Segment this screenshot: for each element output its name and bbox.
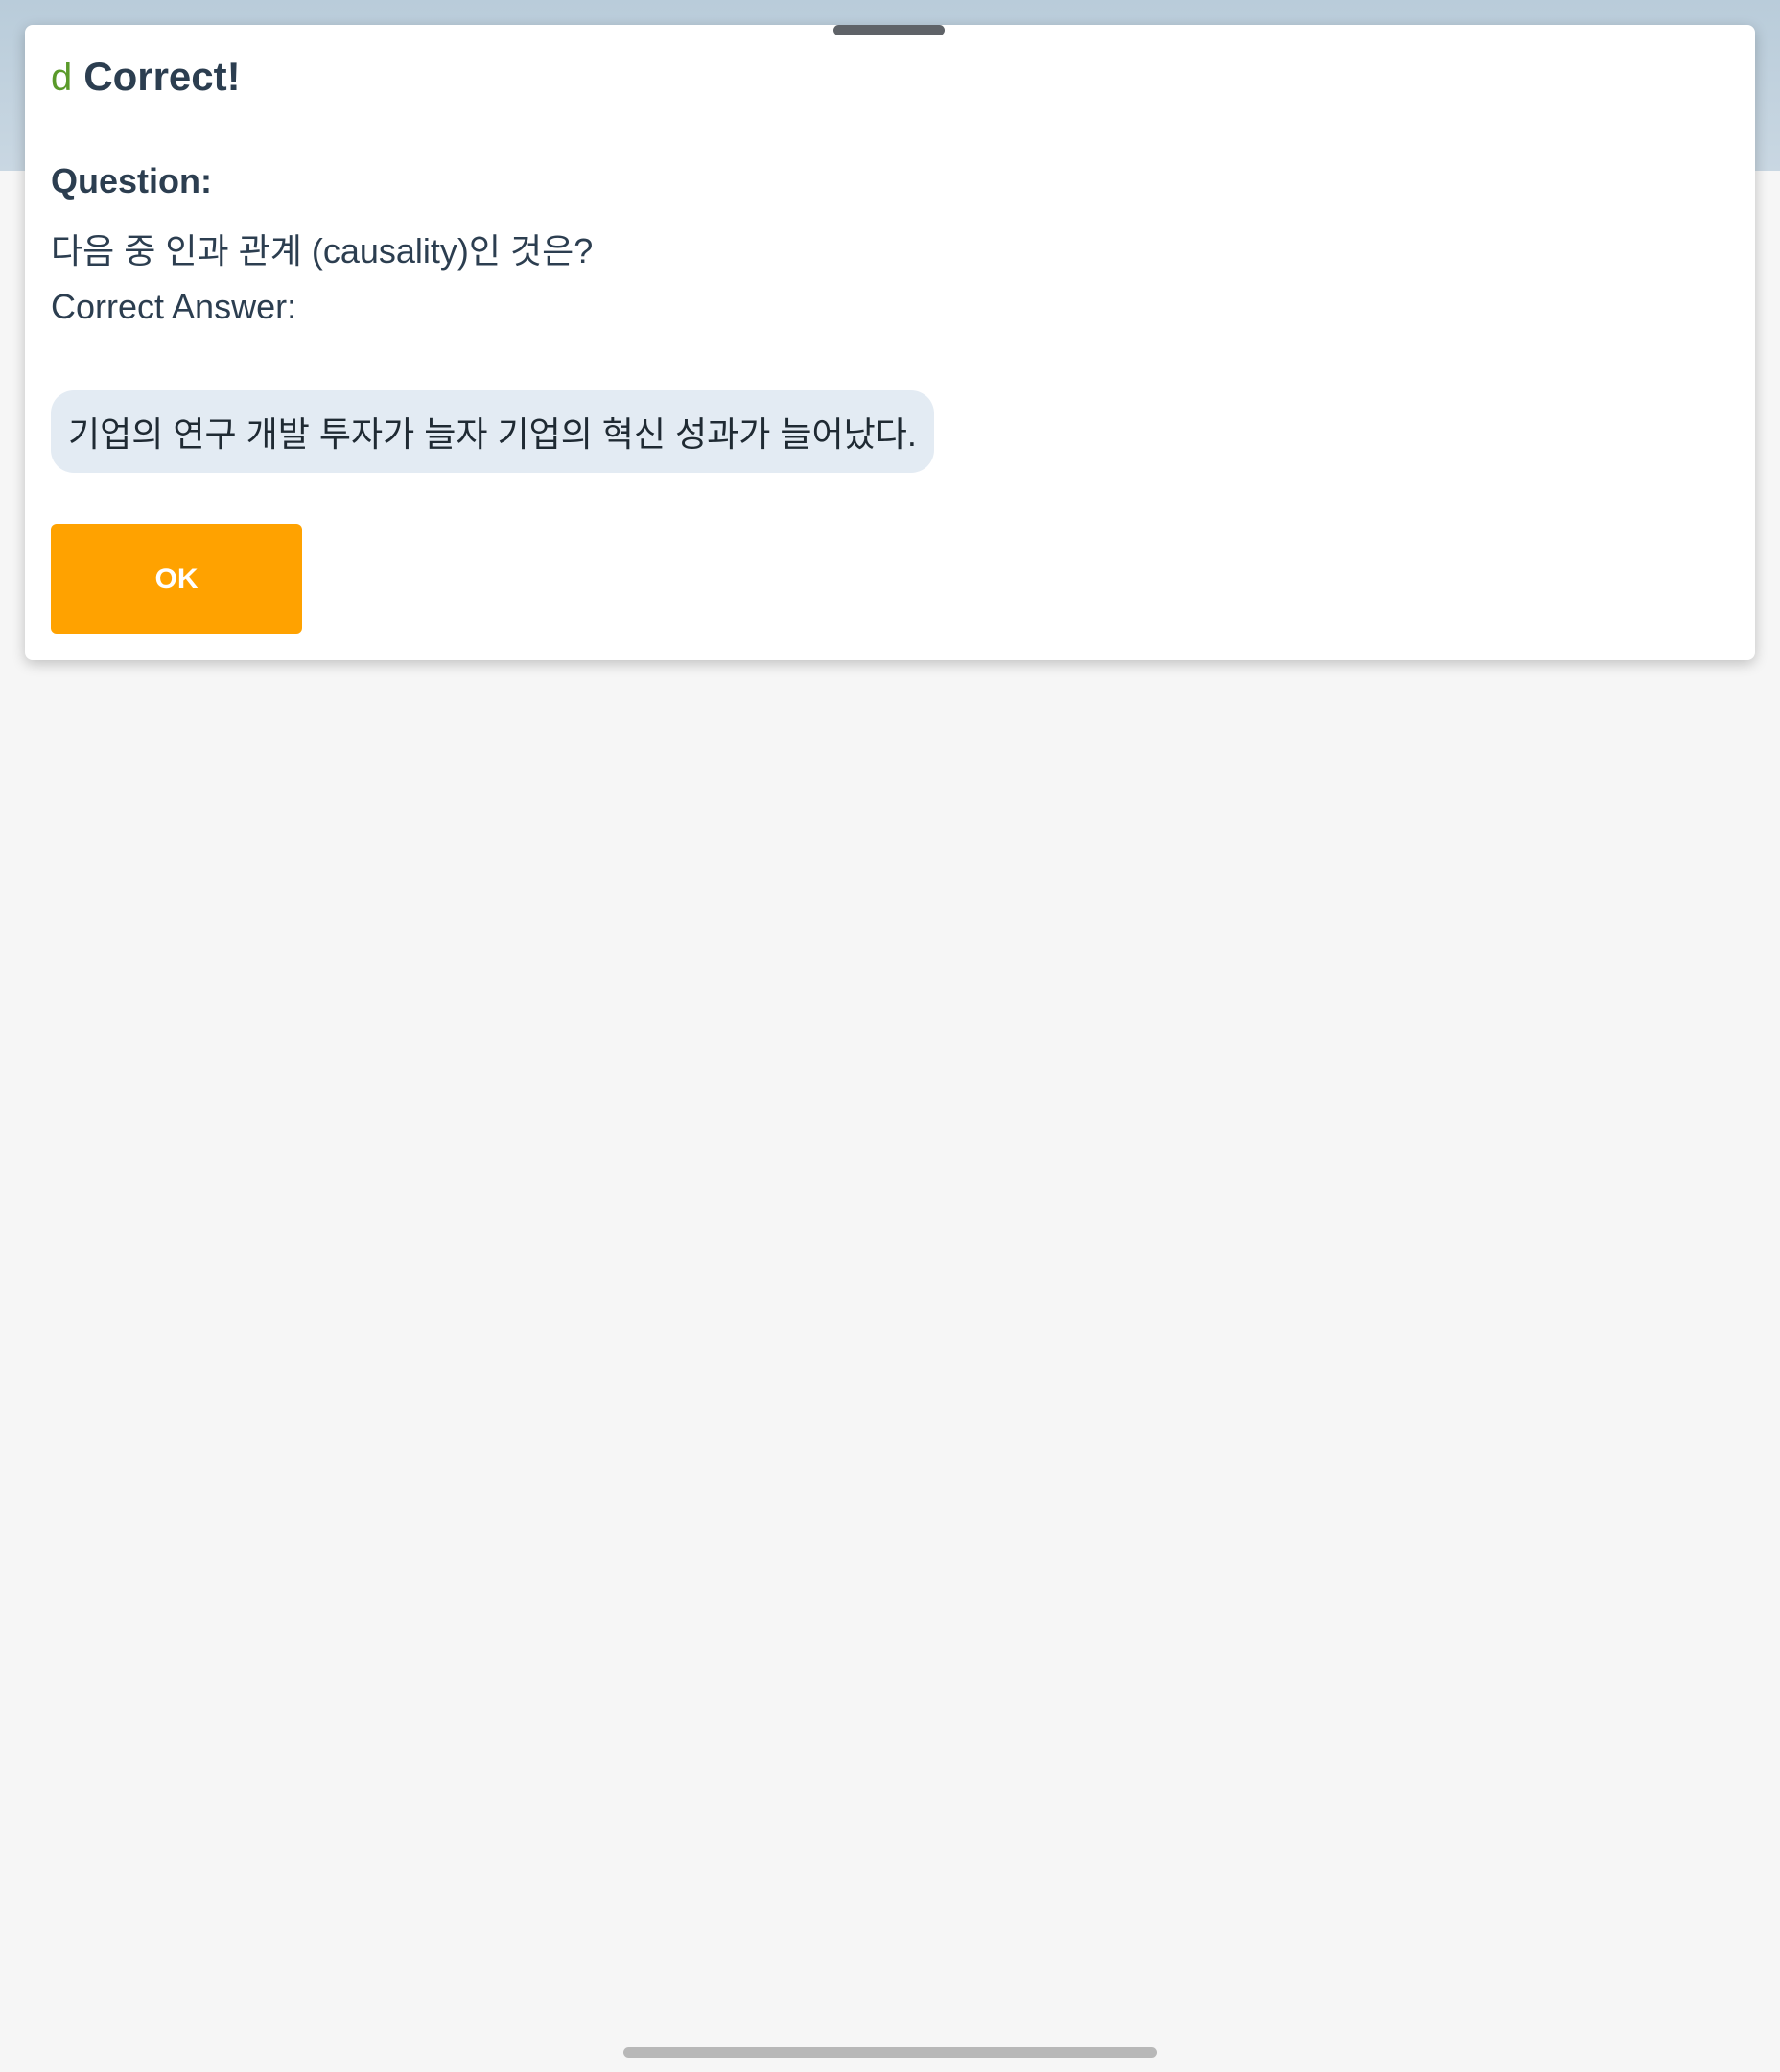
sheet-grabber-handle[interactable] [833, 25, 945, 35]
correct-answer-text: 기업의 연구 개발 투자가 늘자 기업의 혁신 성과가 늘어났다. [68, 414, 917, 454]
home-indicator [623, 2047, 1157, 2058]
dialog-title: Correct! [83, 54, 241, 99]
ok-button[interactable]: OK [51, 524, 302, 634]
question-label: Question: [51, 161, 212, 200]
dialog-title-row: d Correct! [51, 54, 241, 100]
result-dialog: d Correct! Question: 다음 중 인과 관계 (causali… [25, 25, 1755, 660]
correct-answer-label: Correct Answer: [51, 287, 297, 326]
question-text: 다음 중 인과 관계 (causality)인 것은? [51, 231, 594, 271]
correct-answer-chip: 기업의 연구 개발 투자가 늘자 기업의 혁신 성과가 늘어났다. [51, 390, 934, 473]
check-icon: d [51, 57, 73, 99]
